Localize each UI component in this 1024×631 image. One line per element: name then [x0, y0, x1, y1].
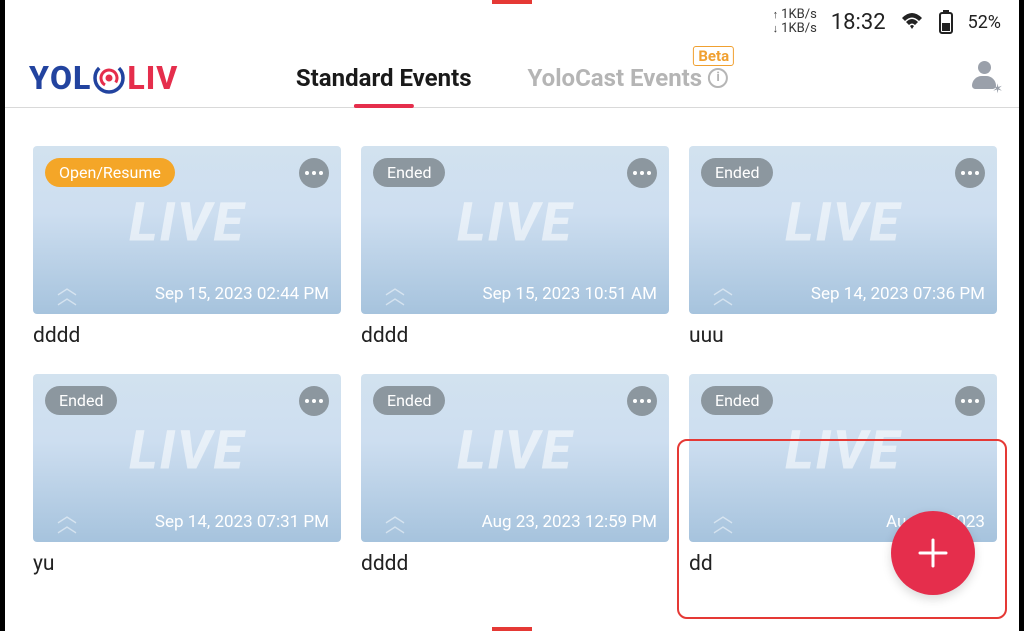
more-options-button[interactable] [299, 386, 329, 416]
status-badge: Ended [373, 158, 445, 187]
plus-icon [916, 536, 950, 570]
annotation-marker-top [492, 0, 532, 4]
upload-arrow-icon: ↑ [773, 9, 779, 21]
event-card[interactable]: LIVE ︿︿ Ended Aug 23, 2023 12:59 PM dddd [361, 374, 669, 576]
live-watermark: LIVE [785, 420, 901, 483]
info-icon: i [708, 68, 728, 88]
event-datetime: Sep 15, 2023 10:51 AM [483, 284, 657, 304]
clock: 18:32 [831, 10, 886, 35]
live-watermark: LIVE [129, 192, 245, 255]
gear-icon: ✶ [992, 82, 1003, 97]
battery-icon [938, 10, 954, 34]
event-title: dddd [33, 324, 341, 348]
event-thumbnail: LIVE ︿︿ Ended Sep 15, 2023 10:51 AM [361, 146, 669, 314]
status-badge: Ended [701, 386, 773, 415]
content: LIVE ︿︿ Open/Resume Sep 15, 2023 02:44 P… [5, 126, 1019, 631]
event-thumbnail: LIVE ︿︿ Ended Sep 14, 2023 07:31 PM [33, 374, 341, 542]
status-badge: Ended [701, 158, 773, 187]
chevron-up-icon: ︿︿ [57, 510, 77, 530]
chevron-up-icon: ︿︿ [713, 510, 733, 530]
event-card[interactable]: LIVE ︿︿ Ended Sep 14, 2023 07:31 PM yu [33, 374, 341, 576]
event-datetime: Aug 23, 2023 12:59 PM [482, 512, 657, 532]
event-card[interactable]: LIVE ︿︿ Ended Sep 15, 2023 10:51 AM dddd [361, 146, 669, 348]
chevron-up-icon: ︿︿ [385, 510, 405, 530]
event-card[interactable]: LIVE ︿︿ Open/Resume Sep 15, 2023 02:44 P… [33, 146, 341, 348]
add-event-button[interactable] [891, 511, 975, 595]
event-thumbnail: LIVE ︿︿ Open/Resume Sep 15, 2023 02:44 P… [33, 146, 341, 314]
live-watermark: LIVE [457, 420, 573, 483]
more-options-button[interactable] [627, 386, 657, 416]
download-arrow-icon: ↓ [773, 23, 779, 35]
live-watermark: LIVE [457, 192, 573, 255]
logo[interactable]: YOL LIV [29, 59, 178, 97]
more-options-button[interactable] [627, 158, 657, 188]
event-title: dddd [361, 324, 669, 348]
tab-label: Standard Events [296, 64, 472, 92]
live-watermark: LIVE [129, 420, 245, 483]
events-grid: LIVE ︿︿ Open/Resume Sep 15, 2023 02:44 P… [33, 146, 997, 576]
wifi-icon [900, 12, 924, 32]
tab-label: YoloCast Events [528, 64, 703, 92]
tab-yolocast-events[interactable]: Beta YoloCast Events i [528, 64, 729, 92]
event-datetime: Sep 15, 2023 02:44 PM [155, 284, 329, 304]
chevron-up-icon: ︿︿ [57, 282, 77, 302]
tab-standard-events[interactable]: Standard Events [296, 64, 472, 92]
network-speed: ↑1KB/s ↓1KB/s [773, 8, 817, 37]
status-badge: Ended [373, 386, 445, 415]
chevron-up-icon: ︿︿ [713, 282, 733, 302]
download-speed: 1KB/s [781, 22, 817, 36]
status-badge: Ended [45, 386, 117, 415]
status-badge: Open/Resume [45, 158, 175, 187]
event-thumbnail: LIVE ︿︿ Ended Sep 14, 2023 07:36 PM [689, 146, 997, 314]
tabs: Standard Events Beta YoloCast Events i [296, 64, 728, 92]
more-options-button[interactable] [955, 158, 985, 188]
upload-speed: 1KB/s [781, 8, 817, 22]
live-watermark: LIVE [785, 192, 901, 255]
more-options-button[interactable] [955, 386, 985, 416]
logo-mark-icon [92, 61, 126, 95]
header: YOL LIV Standard Events Beta YoloCast Ev… [5, 48, 1019, 108]
beta-badge: Beta [693, 46, 734, 66]
event-title: yu [33, 552, 341, 576]
status-bar: ↑1KB/s ↓1KB/s 18:32 52% [773, 8, 1001, 37]
event-thumbnail: LIVE ︿︿ Ended Aug 23, 2023 12:59 PM [361, 374, 669, 542]
event-title: dddd [361, 552, 669, 576]
annotation-marker-bottom [492, 627, 532, 631]
chevron-up-icon: ︿︿ [385, 282, 405, 302]
battery-percent: 52% [968, 12, 1001, 33]
more-options-button[interactable] [299, 158, 329, 188]
event-datetime: Sep 14, 2023 07:31 PM [155, 512, 329, 532]
event-datetime: Sep 14, 2023 07:36 PM [811, 284, 985, 304]
event-card[interactable]: LIVE ︿︿ Ended Sep 14, 2023 07:36 PM uuu [689, 146, 997, 348]
event-title: uuu [689, 324, 997, 348]
profile-settings-button[interactable]: ✶ [969, 61, 999, 95]
